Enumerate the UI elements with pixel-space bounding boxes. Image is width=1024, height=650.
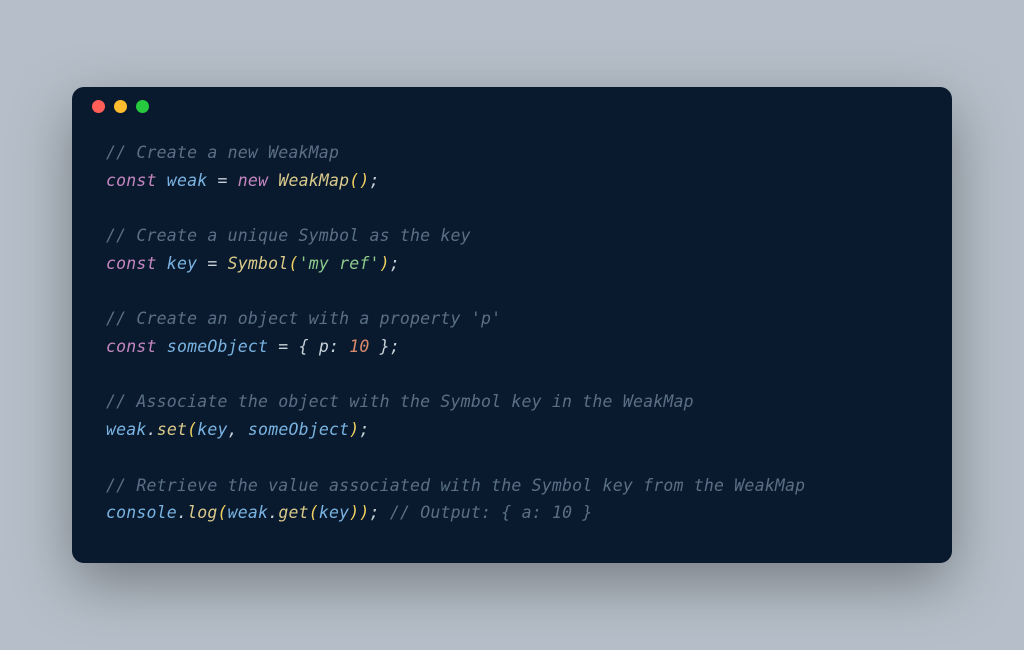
class-name: Symbol: [228, 254, 289, 273]
code-line: const weak = new WeakMap();: [106, 167, 918, 195]
identifier: someObject: [248, 420, 349, 439]
code-line: // Create a unique Symbol as the key: [106, 222, 918, 250]
method-name: log: [187, 503, 217, 522]
maximize-icon[interactable]: [136, 100, 149, 113]
code-line: // Retrieve the value associated with th…: [106, 472, 918, 500]
code-line: // Create an object with a property 'p': [106, 305, 918, 333]
dot: .: [147, 420, 157, 439]
paren-close: ): [359, 503, 369, 522]
close-icon[interactable]: [92, 100, 105, 113]
paren-close: ): [349, 420, 359, 439]
paren-close: ): [380, 254, 390, 273]
title-bar: [72, 87, 952, 127]
code-line: weak.set(key, someObject);: [106, 416, 918, 444]
blank-line: [106, 194, 918, 222]
identifier: someObject: [157, 337, 279, 356]
paren-close: ): [349, 503, 359, 522]
code-line: const key = Symbol('my ref');: [106, 250, 918, 278]
brace-open: {: [299, 337, 319, 356]
number-literal: 10: [349, 337, 369, 356]
dot: .: [268, 503, 278, 522]
dot: .: [177, 503, 187, 522]
comment-text: // Create an object with a property 'p': [106, 309, 501, 328]
code-line: // Create a new WeakMap: [106, 139, 918, 167]
blank-line: [106, 278, 918, 306]
identifier: key: [319, 503, 349, 522]
paren-open: (: [187, 420, 197, 439]
operator: =: [207, 254, 227, 273]
keyword-const: const: [106, 337, 157, 356]
paren-close: ): [359, 171, 369, 190]
comment-text: // Create a new WeakMap: [106, 143, 339, 162]
identifier: key: [157, 254, 208, 273]
class-name: WeakMap: [278, 171, 349, 190]
comment-text: // Associate the object with the Symbol …: [106, 392, 694, 411]
keyword-const: const: [106, 254, 157, 273]
paren-open: (: [288, 254, 298, 273]
identifier: weak: [228, 503, 269, 522]
comma: ,: [228, 420, 248, 439]
paren-open: (: [309, 503, 319, 522]
keyword-const: const: [106, 171, 157, 190]
code-area: // Create a new WeakMap const weak = new…: [72, 127, 952, 563]
operator: =: [217, 171, 237, 190]
code-editor-window: // Create a new WeakMap const weak = new…: [72, 87, 952, 563]
identifier: weak: [106, 420, 147, 439]
paren-open: (: [349, 171, 359, 190]
paren-open: (: [217, 503, 227, 522]
semicolon: ;: [359, 420, 369, 439]
identifier: key: [197, 420, 227, 439]
blank-line: [106, 444, 918, 472]
comment-text: // Output: { a: 10 }: [390, 503, 593, 522]
property-name: p: [319, 337, 329, 356]
keyword-new: new: [238, 171, 268, 190]
colon: :: [329, 337, 349, 356]
identifier: weak: [157, 171, 218, 190]
identifier: console: [106, 503, 177, 522]
method-name: set: [157, 420, 187, 439]
comment-text: // Retrieve the value associated with th…: [106, 476, 805, 495]
semicolon: ;: [370, 171, 380, 190]
semicolon: ;: [390, 337, 400, 356]
method-name: get: [278, 503, 308, 522]
comment-text: // Create a unique Symbol as the key: [106, 226, 471, 245]
semicolon: ;: [370, 503, 380, 522]
code-line: const someObject = { p: 10 };: [106, 333, 918, 361]
code-line: // Associate the object with the Symbol …: [106, 388, 918, 416]
string-literal: 'my ref': [299, 254, 380, 273]
semicolon: ;: [390, 254, 400, 273]
brace-close: }: [370, 337, 390, 356]
minimize-icon[interactable]: [114, 100, 127, 113]
operator: =: [278, 337, 298, 356]
code-line: console.log(weak.get(key)); // Output: {…: [106, 499, 918, 527]
blank-line: [106, 361, 918, 389]
